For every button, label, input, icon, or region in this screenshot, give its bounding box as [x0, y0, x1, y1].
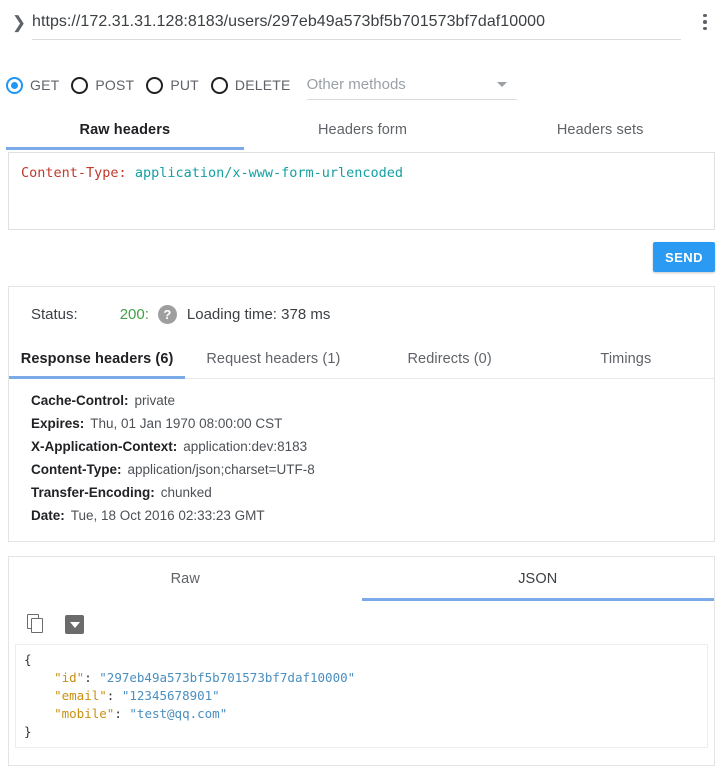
request-tabs: Raw headers Headers form Headers sets	[6, 112, 719, 150]
tab-label: Redirects (0)	[407, 351, 492, 367]
json-value: "12345678901"	[121, 688, 220, 703]
json-separator: :	[84, 670, 100, 685]
response-header-value: chunked	[160, 485, 212, 500]
json-brace-open: {	[24, 652, 32, 667]
response-header-value: private	[134, 393, 176, 408]
json-brace-close: }	[24, 724, 32, 739]
tab-headers-form[interactable]: Headers form	[244, 112, 482, 149]
tab-response-headers[interactable]: Response headers (6)	[9, 341, 186, 379]
tab-label: Headers form	[317, 122, 408, 138]
response-header-name: X-Application-Context:	[31, 439, 178, 454]
download-arrow	[69, 622, 80, 628]
send-button[interactable]: SEND	[653, 242, 715, 272]
method-label-delete: DELETE	[234, 77, 291, 93]
response-header-value: application:dev:8183	[183, 439, 308, 454]
radio-icon	[210, 76, 228, 94]
response-header-row: Content-Type: application/json;charset=UT…	[31, 458, 714, 481]
response-header-name: Cache-Control:	[31, 393, 129, 408]
response-header-row: Transfer-Encoding: chunked	[31, 481, 714, 504]
response-headers-list: Cache-Control: private Expires: Thu, 01 Ja…	[9, 379, 714, 527]
other-methods-placeholder: Other methods	[306, 76, 406, 93]
tab-label: Response headers (6)	[20, 351, 174, 367]
status-code: 200:	[119, 305, 149, 323]
body-view-tabs: Raw JSON	[9, 557, 715, 601]
status-row: Status: 200: ? Loading time: 378 ms	[9, 287, 714, 341]
method-radio-get[interactable]: GET	[6, 76, 60, 94]
json-line: }	[24, 723, 699, 741]
tab-label: Request headers (1)	[206, 351, 341, 367]
response-panel: Status: 200: ? Loading time: 378 ms Resp…	[8, 286, 715, 542]
other-methods-select[interactable]: Other methods	[306, 71, 517, 100]
kebab-menu-icon[interactable]	[691, 7, 719, 37]
radio-icon	[146, 76, 164, 94]
copy-icon-front	[31, 618, 43, 633]
json-line: "email": "12345678901"	[24, 687, 699, 705]
help-question-icon[interactable]: ?	[157, 304, 177, 324]
response-header-value: Thu, 01 Jan 1970 08:00:00 CST	[90, 416, 283, 431]
json-viewer[interactable]: { "id": "297eb49a573bf5b701573bf7daf1000…	[15, 644, 708, 748]
response-header-row: Date: Tue, 18 Oct 2016 02:33:23 GMT	[31, 504, 714, 527]
response-header-value: application/json;charset=UTF-8	[127, 462, 315, 477]
status-label: Status:	[31, 305, 78, 323]
response-header-value: Tue, 18 Oct 2016 02:33:23 GMT	[70, 508, 265, 523]
response-header-name: Expires:	[31, 416, 85, 431]
tab-label: Timings	[600, 351, 652, 367]
method-label-put: PUT	[170, 77, 199, 93]
response-body-panel: Raw JSON { "id": "297eb49a573bf5b701573b…	[8, 556, 715, 766]
tab-label: Raw	[170, 571, 200, 587]
response-header-row: Expires: Thu, 01 Jan 1970 08:00:00 CST	[31, 412, 714, 435]
url-bar: ❯ https://172.31.31.128:8183/users/297eb…	[0, 0, 725, 44]
kebab-dot	[703, 26, 707, 31]
raw-header-line: Content-Type: application/x-www-form-url…	[21, 164, 702, 182]
body-toolbar	[9, 600, 714, 638]
raw-header-key: Content-Type:	[21, 165, 127, 181]
tab-raw[interactable]: Raw	[9, 557, 362, 600]
radio-icon-selected	[6, 76, 23, 94]
chevron-down-icon	[496, 82, 507, 87]
json-line: "id": "297eb49a573bf5b701573bf7daf10000"	[24, 669, 699, 687]
json-value: "test@qq.com"	[129, 706, 228, 721]
method-label-get: GET	[30, 77, 60, 93]
tab-label: Raw headers	[79, 122, 171, 138]
json-line: {	[24, 651, 699, 669]
json-line: "mobile": "test@qq.com"	[24, 705, 699, 723]
http-method-selector: GET POST PUT DELETE Other methods	[0, 68, 725, 102]
tab-request-headers[interactable]: Request headers (1)	[185, 341, 361, 378]
tab-headers-sets[interactable]: Headers sets	[481, 112, 719, 149]
method-radio-put[interactable]: PUT	[146, 76, 199, 94]
response-header-name: Content-Type:	[31, 462, 122, 477]
json-separator: :	[114, 706, 130, 721]
method-label-post: POST	[95, 77, 135, 93]
raw-header-value: application/x-www-form-urlencoded	[134, 165, 404, 181]
tab-label: Headers sets	[556, 122, 644, 138]
method-radio-delete[interactable]: DELETE	[210, 76, 291, 94]
kebab-dot	[703, 20, 707, 24]
response-tabs: Response headers (6) Request headers (1)…	[9, 341, 714, 379]
json-value: "297eb49a573bf5b701573bf7daf10000"	[99, 670, 356, 685]
radio-icon	[71, 76, 89, 94]
tab-timings[interactable]: Timings	[538, 341, 714, 378]
tab-json[interactable]: JSON	[361, 557, 715, 601]
tab-redirects[interactable]: Redirects (0)	[362, 341, 538, 378]
copy-icon[interactable]	[27, 614, 47, 634]
url-text: https://172.31.31.128:8183/users/297eb49…	[32, 12, 546, 30]
response-header-name: Date:	[31, 508, 65, 523]
chevron-right-icon[interactable]: ❯	[6, 14, 32, 31]
json-separator: :	[106, 688, 122, 703]
download-save-icon[interactable]	[65, 614, 84, 634]
kebab-dot	[703, 13, 707, 18]
json-key: "mobile"	[54, 706, 115, 721]
json-key: "id"	[54, 670, 85, 685]
tab-raw-headers[interactable]: Raw headers	[6, 112, 244, 150]
response-header-row: X-Application-Context: application:dev:81…	[31, 435, 714, 458]
tab-label: JSON	[518, 571, 558, 587]
json-key: "email"	[54, 688, 107, 703]
response-header-row: Cache-Control: private	[31, 389, 714, 412]
method-radio-post[interactable]: POST	[71, 76, 135, 94]
loading-time: Loading time: 378 ms	[186, 305, 331, 323]
raw-headers-editor[interactable]: Content-Type: application/x-www-form-url…	[8, 152, 715, 230]
response-header-name: Transfer-Encoding:	[31, 485, 155, 500]
url-input[interactable]: https://172.31.31.128:8183/users/297eb49…	[32, 5, 681, 40]
